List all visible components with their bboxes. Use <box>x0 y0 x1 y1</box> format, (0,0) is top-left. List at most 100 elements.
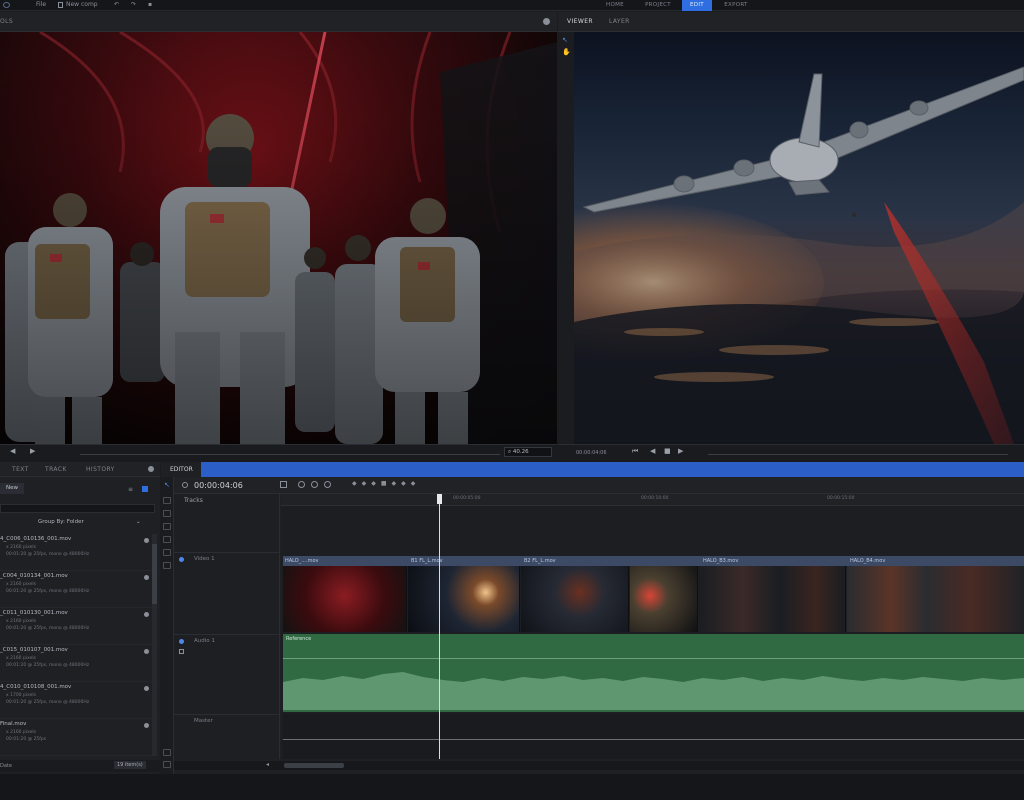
tab-viewer[interactable]: VIEWER <box>567 18 593 25</box>
select-tool-icon[interactable]: ↖ <box>562 36 568 44</box>
left-viewer-transport: ▶ ◀ ⌕ 40.26 <box>0 444 557 462</box>
zoom-dropdown[interactable]: ⌕ 40.26 <box>504 447 552 457</box>
timecode-clock-icon <box>182 482 188 488</box>
tab-history[interactable]: HISTORY <box>86 466 115 473</box>
media-panel: TEXT TRACK HISTORY New ≡ Group By: Folde… <box>0 462 160 774</box>
stop-icon[interactable]: ■ <box>664 447 671 455</box>
save-icon[interactable]: ▪ <box>148 1 152 8</box>
new-comp-icon[interactable] <box>58 2 63 8</box>
audio-clip[interactable]: Reference <box>283 634 1024 712</box>
audio-waveform <box>283 672 1024 710</box>
list-item[interactable]: _C011_010130_001.mov x 2160 pixels 00:01… <box>0 608 158 645</box>
audio-clip-divider <box>283 658 1024 659</box>
select-tool-icon[interactable]: ↖ <box>164 481 170 489</box>
list-view-icon[interactable]: ≡ <box>128 486 133 493</box>
clip-label: B2 FL_L.mov <box>524 558 556 564</box>
hand-tool-icon[interactable]: ✋ <box>562 48 571 56</box>
left-viewer-frame[interactable] <box>0 32 557 444</box>
left-viewer-scrubber[interactable] <box>80 454 500 455</box>
zoom-in-icon[interactable] <box>311 481 318 488</box>
master-track-header[interactable]: Master <box>174 714 280 759</box>
tab-text[interactable]: TEXT <box>12 466 29 473</box>
play-icon[interactable]: ▶ <box>30 447 35 455</box>
add-track-icon[interactable] <box>280 481 287 488</box>
right-viewer-scrubber[interactable] <box>708 454 1008 455</box>
redo-icon[interactable]: ↷ <box>131 1 136 8</box>
soldiers-scene-image <box>0 32 557 444</box>
tab-layer[interactable]: LAYER <box>609 18 630 25</box>
video-clip[interactable] <box>847 566 1024 632</box>
eye-icon[interactable] <box>179 557 184 562</box>
sort-label[interactable]: Date <box>0 763 12 769</box>
roll-tool-icon[interactable] <box>163 549 171 556</box>
snap-toggle-icon[interactable] <box>163 749 171 756</box>
scroll-left-icon[interactable]: ◂ <box>266 761 269 768</box>
list-item[interactable]: _C004_010134_001.mov x 2160 pixels 00:01… <box>0 571 158 608</box>
video-clip[interactable] <box>630 566 698 632</box>
editor-panel: EDITOR ↖ 00:00:04:06 ◆◆◆■◆◆◆ Tracks Vide… <box>161 462 1024 774</box>
right-viewer-frame[interactable] <box>574 32 1024 444</box>
video-clip-header-strip: HALO_....mov B1 FL_L.mov B2 FL_L.mov HAL… <box>283 556 1024 566</box>
tab-track[interactable]: TRACK <box>45 466 67 473</box>
step-back-icon[interactable]: ◀ <box>10 447 15 455</box>
list-item[interactable]: 4_C010_010108_001.mov x 1700 pixels 00:0… <box>0 682 158 719</box>
timeline-area[interactable]: 00:00:05:00 00:00:10:00 00:00:15:00 HALO… <box>281 494 1024 759</box>
tab-editor[interactable]: EDITOR <box>161 462 201 477</box>
grid-view-icon[interactable] <box>142 486 148 492</box>
left-viewer-tab[interactable]: OLS <box>0 18 13 25</box>
slide-tool-icon[interactable] <box>163 523 171 530</box>
time-ruler[interactable]: 00:00:05:00 00:00:10:00 00:00:15:00 <box>281 494 1024 506</box>
step-back-icon[interactable]: ◀ <box>650 447 655 455</box>
new-comp-label[interactable]: New comp <box>66 1 98 8</box>
workspace-tab-edit[interactable]: EDIT <box>682 0 712 11</box>
group-by-label: Group By: Folder <box>38 519 84 525</box>
media-scrollbar[interactable] <box>152 534 157 756</box>
list-item[interactable]: _C015_010107_001.mov x 2160 pixels 00:01… <box>0 645 158 682</box>
go-start-icon[interactable]: ⏮ <box>632 447 638 456</box>
editor-timecode[interactable]: 00:00:04:06 <box>194 481 243 490</box>
editor-tabbar: EDITOR <box>161 462 1024 477</box>
slip-tool-icon[interactable] <box>163 510 171 517</box>
marker-icon[interactable] <box>324 481 331 488</box>
workspace-tab-home[interactable]: HOME <box>596 0 634 11</box>
master-track-lane[interactable] <box>283 714 1024 759</box>
video-track-header[interactable]: Video 1 <box>174 552 280 632</box>
settings-icon[interactable] <box>543 18 550 25</box>
panel-settings-icon[interactable] <box>148 466 154 472</box>
video-clip[interactable] <box>699 566 846 632</box>
workspace-tab-project[interactable]: PROJECT <box>636 0 680 11</box>
app-logo-icon <box>3 2 10 8</box>
workspace-tab-export[interactable]: EXPORT <box>716 0 756 11</box>
viewer-side-toolbar: ↖ ✋ <box>558 32 574 444</box>
media-tabbar: TEXT TRACK HISTORY <box>0 462 160 477</box>
media-search-input[interactable] <box>0 504 155 513</box>
link-toggle-icon[interactable] <box>163 761 171 768</box>
video-clip[interactable] <box>521 566 629 632</box>
ripple-tool-icon[interactable] <box>163 536 171 543</box>
rate-tool-icon[interactable] <box>163 562 171 569</box>
file-menu[interactable]: File <box>36 1 46 8</box>
app-bottom-strip <box>0 774 1024 800</box>
clip-label: B1 FL_L.mov <box>411 558 443 564</box>
list-item[interactable]: 4_C006_010136_001.mov x 2160 pixels 00:0… <box>0 534 158 571</box>
audio-track-header[interactable]: Audio 1 <box>174 634 280 712</box>
video-track-label: Video 1 <box>194 556 215 562</box>
timeline-scrollbar[interactable]: ◂ <box>174 761 1024 770</box>
playhead[interactable] <box>437 494 442 759</box>
list-item[interactable]: Final.mov x 2160 pixels 00:01:20 @ 25fps <box>0 719 158 756</box>
mute-icon[interactable] <box>179 649 184 654</box>
razor-tool-icon[interactable] <box>163 497 171 504</box>
media-footer: Date 19 item(s) <box>0 760 160 772</box>
item-count-badge: 19 item(s) <box>114 761 146 769</box>
play-icon[interactable]: ▶ <box>678 447 683 455</box>
group-by-dropdown[interactable]: Group By: Folder ⌄ <box>0 517 150 528</box>
zoom-out-icon[interactable] <box>298 481 305 488</box>
new-media-button[interactable]: New <box>0 483 24 494</box>
zoom-value: 40.26 <box>512 449 529 455</box>
right-viewer-panel: VIEWER LAYER ↖ ✋ 00:00:04:06 ⏮ ◀ ■ ▶ <box>558 12 1024 462</box>
video-clip[interactable] <box>283 566 407 632</box>
undo-icon[interactable]: ↶ <box>114 1 119 8</box>
video-clip[interactable] <box>408 566 520 632</box>
speaker-icon[interactable] <box>179 639 184 644</box>
transport-buttons[interactable]: ◆◆◆■◆◆◆ <box>352 480 420 487</box>
